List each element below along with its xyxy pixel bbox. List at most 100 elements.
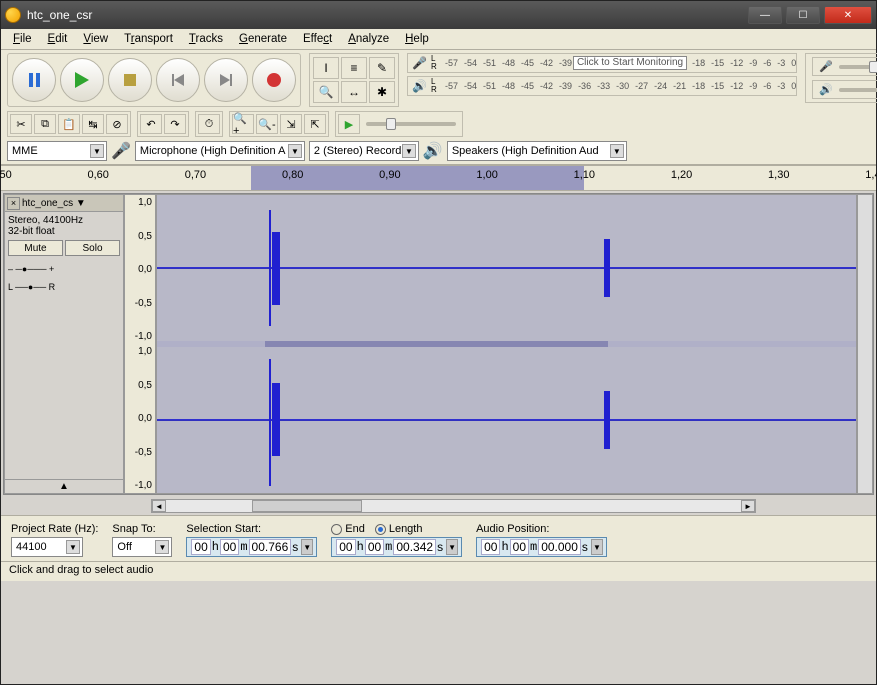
input-device-combo[interactable]: Microphone (High Definition A▼ — [135, 141, 305, 161]
selection-start-field[interactable]: 00h 00m 00.766s ▼ — [186, 537, 317, 557]
cut-icon[interactable]: ✂ — [10, 114, 32, 134]
pause-button[interactable] — [12, 58, 56, 102]
selection-start-label: Selection Start: — [186, 523, 317, 535]
menu-analyze[interactable]: Analyze — [340, 31, 397, 47]
menu-edit[interactable]: Edit — [40, 31, 76, 47]
scroll-right-icon[interactable]: ► — [741, 500, 755, 512]
microphone-icon: 🎤 — [111, 141, 131, 161]
input-volume-slider[interactable]: 🎤 — [812, 57, 877, 76]
timeline-ruler[interactable]: 0,500,600,700,800,901,001,101,201,301,40 — [1, 165, 876, 191]
selection-length-field[interactable]: 00h 00m 00.342s ▼ — [331, 537, 462, 557]
meter-lr-label: LR — [431, 78, 441, 94]
track-close-button[interactable]: × — [7, 197, 20, 210]
play-button[interactable] — [60, 58, 104, 102]
microphone-icon: 🎤 — [819, 60, 833, 73]
zoom-tool-icon[interactable]: 🔍 — [313, 81, 339, 103]
redo-icon[interactable]: ↷ — [164, 114, 186, 134]
timeline-tick-label: 0,90 — [379, 169, 400, 181]
scroll-left-icon[interactable]: ◄ — [152, 500, 166, 512]
output-device-combo[interactable]: Speakers (High Definition Aud▼ — [447, 141, 627, 161]
timeshift-tool-icon[interactable]: ↔ — [341, 81, 367, 103]
zoom-in-icon[interactable]: 🔍+ — [232, 114, 254, 134]
play-speed-button[interactable]: ▶ — [338, 114, 360, 134]
gain-slider[interactable]: – ─●─── + — [8, 264, 120, 274]
chevron-down-icon: ▼ — [155, 540, 169, 554]
toolbar-region: I ≡ ✎ 🔍 ↔ ✱ 🎤 LR -57-54-51-48-45-42-39-3… — [1, 50, 876, 165]
track-collapse-button[interactable]: ▲ — [5, 479, 123, 493]
solo-button[interactable]: Solo — [65, 240, 120, 256]
zoom-out-icon[interactable]: 🔍- — [256, 114, 278, 134]
track-format-line: Stereo, 44100Hz — [8, 215, 120, 226]
multi-tool-icon[interactable]: ✱ — [369, 81, 395, 103]
track-name-menu[interactable]: htc_one_cs ▼ — [22, 198, 121, 209]
timeline-tick-label: 1,30 — [768, 169, 789, 181]
menu-generate[interactable]: Generate — [231, 31, 295, 47]
audio-host-combo[interactable]: MME▼ — [7, 141, 107, 161]
chevron-down-icon[interactable]: ▼ — [591, 539, 603, 555]
track-format-line: 32-bit float — [8, 226, 120, 237]
chevron-down-icon: ▼ — [288, 144, 302, 158]
output-volume-slider[interactable]: 🔊 — [812, 80, 877, 99]
tracks-container: × htc_one_cs ▼ Stereo, 44100Hz 32-bit fl… — [3, 193, 874, 495]
menu-tracks[interactable]: Tracks — [181, 31, 231, 47]
trim-icon[interactable]: ↹ — [82, 114, 104, 134]
menu-file[interactable]: File — [5, 31, 40, 47]
window-close-button[interactable]: ✕ — [824, 6, 872, 24]
menu-help[interactable]: Help — [397, 31, 437, 47]
window-titlebar[interactable]: htc_one_csr — ☐ ✕ — [1, 1, 876, 29]
undo-toolbar: ↶ ↷ — [137, 111, 189, 137]
channels-combo[interactable]: 2 (Stereo) Record▼ — [309, 141, 419, 161]
chevron-down-icon[interactable]: ▼ — [446, 539, 458, 555]
status-text: Click and drag to select audio — [9, 564, 153, 576]
copy-icon[interactable]: ⧉ — [34, 114, 56, 134]
timeline-tick-label: 0,60 — [88, 169, 109, 181]
meters-region: 🎤 LR -57-54-51-48-45-42-39-36-33-30-27-2… — [407, 53, 797, 99]
undo-icon[interactable]: ↶ — [140, 114, 162, 134]
track-control-panel[interactable]: × htc_one_cs ▼ Stereo, 44100Hz 32-bit fl… — [4, 194, 124, 494]
menu-view[interactable]: View — [75, 31, 116, 47]
paste-icon[interactable]: 📋 — [58, 114, 80, 134]
chevron-down-icon[interactable]: ▼ — [301, 539, 313, 555]
snap-to-combo[interactable]: Off▼ — [112, 537, 172, 557]
output-meter[interactable]: 🔊 LR -57-54-51-48-45-42-39-36-33-30-27-2… — [407, 76, 797, 96]
waveform-canvas[interactable] — [156, 194, 857, 494]
draw-tool-icon[interactable]: ✎ — [369, 57, 395, 79]
input-meter-prompt[interactable]: Click to Start Monitoring — [573, 56, 687, 70]
silence-icon[interactable]: ⊘ — [106, 114, 128, 134]
audio-position-label: Audio Position: — [476, 523, 607, 535]
pan-slider[interactable]: L ──●── R — [8, 282, 120, 292]
app-logo-icon — [5, 7, 21, 23]
menu-transport[interactable]: Transport — [116, 31, 181, 47]
fit-selection-icon[interactable]: ⇲ — [280, 114, 302, 134]
fit-project-icon[interactable]: ⇱ — [304, 114, 326, 134]
vertical-scrollbar[interactable] — [857, 194, 873, 494]
stop-button[interactable] — [108, 58, 152, 102]
waveform-channel-left — [157, 195, 856, 341]
sync-lock-icon[interactable]: ⏱ — [198, 114, 220, 134]
speaker-icon: 🔊 — [819, 83, 833, 96]
input-meter[interactable]: 🎤 LR -57-54-51-48-45-42-39-36-33-30-27-2… — [407, 53, 797, 73]
timeline-tick-label: 0,70 — [185, 169, 206, 181]
audio-position-field[interactable]: 00h 00m 00.000s ▼ — [476, 537, 607, 557]
chevron-down-icon: ▼ — [90, 144, 104, 158]
window-minimize-button[interactable]: — — [748, 6, 782, 24]
timeline-tick-label: 0,50 — [0, 169, 12, 181]
selection-tool-icon[interactable]: I — [313, 57, 339, 79]
window-maximize-button[interactable]: ☐ — [786, 6, 820, 24]
meter-lr-label: LR — [431, 55, 441, 71]
device-toolbar: MME▼ 🎤 Microphone (High Definition A▼ 2 … — [7, 141, 870, 161]
timeline-tick-label: 0,80 — [282, 169, 303, 181]
project-rate-combo[interactable]: 44100▼ — [11, 537, 83, 557]
mute-button[interactable]: Mute — [8, 240, 63, 256]
envelope-tool-icon[interactable]: ≡ — [341, 57, 367, 79]
record-button[interactable] — [252, 58, 296, 102]
horizontal-scrollbar[interactable]: ◄ ► — [151, 499, 756, 513]
skip-start-button[interactable] — [156, 58, 200, 102]
menu-effect[interactable]: Effect — [295, 31, 340, 47]
timeline-tick-label: 1,00 — [476, 169, 497, 181]
selection-toolbar: Project Rate (Hz): 44100▼ Snap To: Off▼ … — [1, 515, 876, 561]
skip-end-button[interactable] — [204, 58, 248, 102]
length-radio[interactable]: Length — [375, 523, 423, 535]
end-radio[interactable]: End — [331, 523, 365, 535]
transport-toolbar — [7, 53, 301, 107]
